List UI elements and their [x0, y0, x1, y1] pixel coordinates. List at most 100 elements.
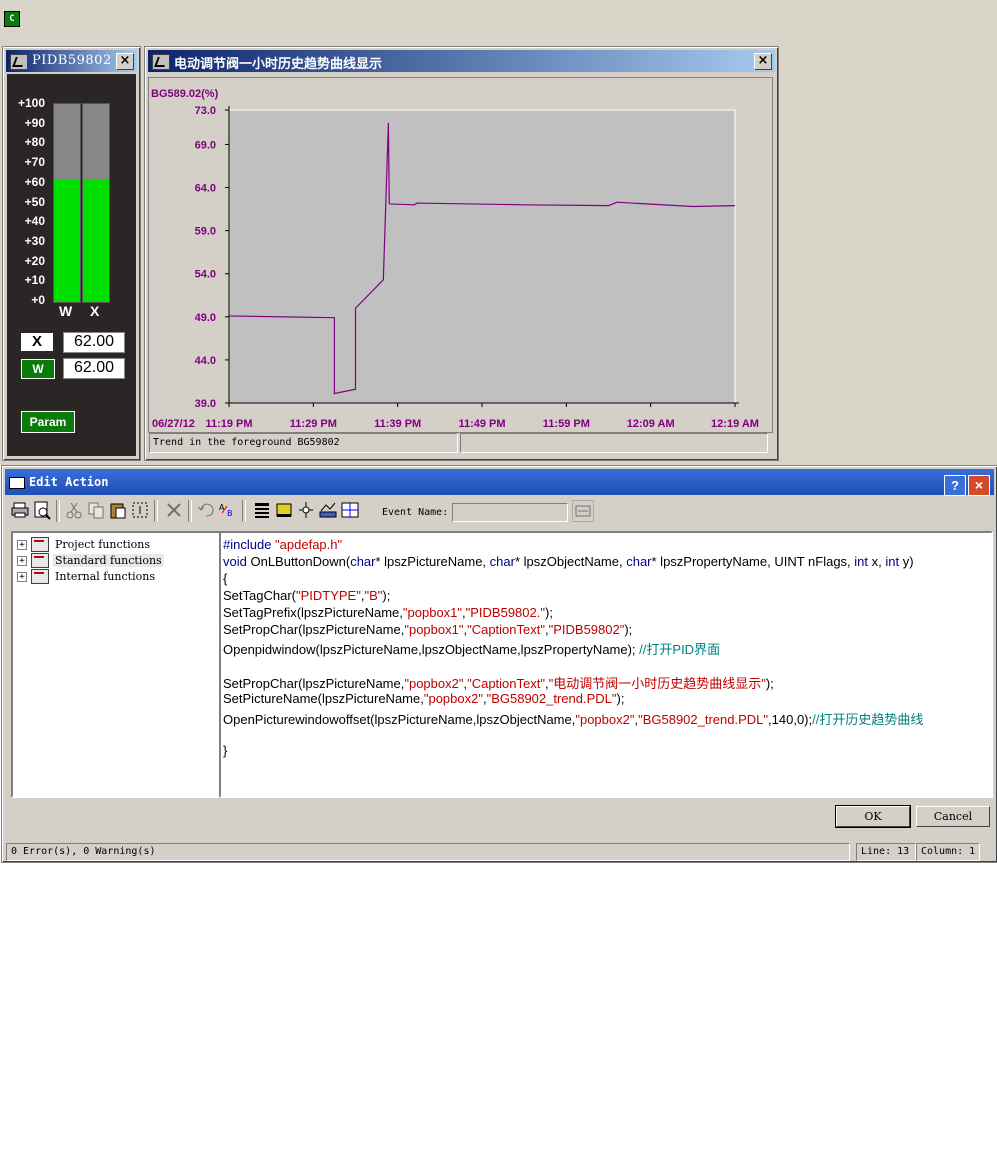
x-tick-label: 11:29 PM	[290, 418, 337, 430]
folder-icon	[31, 537, 49, 552]
scale-tick-label: +20	[24, 253, 45, 268]
trend-chart: BG589.02(%) 73.0 69.0 64.0 59.0 54.0 49.0 44.0 3…	[151, 88, 759, 430]
x-tick-label: 11:49 PM	[458, 418, 505, 430]
desktop-background: C PIDB59802 × +100 +90 +80 +70 +60 +50 +40 +30 +…	[0, 0, 997, 465]
x-tick-label: 12:19 AM	[711, 418, 759, 430]
scale-tick-label: +60	[24, 174, 45, 189]
w-value-field[interactable]: 62.00	[63, 358, 125, 379]
ok-button[interactable]: OK	[835, 805, 911, 828]
w-bar-label: W	[59, 303, 73, 319]
toolbar-separator	[242, 500, 246, 522]
y-tick-label: 69.0	[195, 139, 216, 151]
code-line-1: #include "apdefap.h"	[223, 537, 343, 552]
pid-window: PIDB59802 × +100 +90 +80 +70 +60 +50 +40 +30 +20…	[2, 46, 141, 461]
y-tick-label: 39.0	[195, 398, 216, 410]
param-button[interactable]: Param	[21, 411, 75, 433]
status-column: Column: 1	[916, 843, 980, 861]
tree-item-internal-functions[interactable]: + Internal functions	[17, 569, 157, 585]
scale-tick-label: +100	[17, 96, 45, 110]
pid-close-button[interactable]: ×	[116, 53, 134, 70]
w-tag: W	[21, 359, 55, 379]
trend-status-secondary	[460, 433, 768, 453]
code-line-13: }	[223, 743, 228, 758]
scale-tick-label: +80	[24, 135, 45, 150]
edit-action-dialog: Edit Action ? × AB Event Name: + Project…	[1, 465, 997, 863]
trend-status-text: Trend in the foreground BG59802	[149, 433, 458, 453]
y-tick-label: 49.0	[195, 312, 216, 324]
expand-icon[interactable]: +	[17, 555, 27, 566]
select-all-icon[interactable]	[130, 500, 150, 520]
x-tick-label: 12:09 AM	[627, 418, 675, 430]
expand-icon[interactable]: +	[17, 571, 27, 582]
copy-icon[interactable]	[86, 500, 106, 520]
window-edit-icon	[152, 54, 170, 70]
event-name-field[interactable]	[452, 503, 568, 522]
code-line-9: SetPropChar(lpszPictureName,"popbox2","C…	[223, 676, 774, 691]
pid-faceplate: +100 +90 +80 +70 +60 +50 +40 +30 +20 +10 +0 W X X …	[7, 74, 136, 456]
w-bar	[53, 103, 81, 303]
y-axis-label: BG589.02(%)	[151, 88, 219, 100]
status-line: Line: 13	[856, 843, 916, 861]
app-corner-icon[interactable]: C	[4, 11, 20, 27]
code-line-11: OpenPicturewindowoffset(lpszPictureName,…	[223, 712, 924, 727]
edit-action-titlebar[interactable]: Edit Action ? ×	[5, 469, 994, 496]
code-line-2: void OnLButtonDown(char* lpszPictureName…	[223, 554, 914, 569]
trend-chart-panel: BG589.02(%) 73.0 69.0 64.0 59.0 54.0 49.0 44.0 3…	[148, 77, 773, 433]
trend-window-titlebar[interactable]: 电动调节阀一小时历史趋势曲线显示 ×	[148, 50, 775, 72]
x-tag: X	[21, 333, 53, 351]
event-name-label: Event Name:	[382, 507, 449, 518]
pid-window-titlebar[interactable]: PIDB59802 ×	[6, 50, 137, 72]
trend-window: 电动调节阀一小时历史趋势曲线显示 × BG589.02(%) 73.0 69.0 64…	[144, 46, 779, 461]
event-select-icon[interactable]	[572, 500, 594, 522]
folder-icon	[31, 569, 49, 584]
scale-tick-label: +90	[24, 115, 45, 130]
trend-close-button[interactable]: ×	[754, 53, 772, 70]
scale-tick-label: +40	[24, 214, 45, 229]
y-tick-label: 59.0	[195, 226, 216, 238]
tree-item-project-functions[interactable]: + Project functions	[17, 537, 152, 553]
cut-icon[interactable]	[64, 500, 84, 520]
object-select-icon[interactable]	[340, 500, 360, 520]
scale-tick-label: +50	[24, 194, 45, 209]
paste-icon[interactable]	[108, 500, 128, 520]
code-line-7: Openpidwindow(lpszPictureName,lpszObject…	[223, 642, 721, 657]
window-edit-icon	[10, 54, 28, 70]
undo-icon[interactable]	[196, 500, 216, 520]
y-tick-label: 54.0	[195, 269, 216, 281]
delete-icon[interactable]	[164, 500, 184, 520]
y-tick-label: 64.0	[195, 183, 216, 195]
edit-action-title: Edit Action	[29, 475, 109, 489]
print-preview-icon[interactable]	[32, 500, 52, 520]
scale-tick-label: +70	[24, 155, 45, 170]
code-editor[interactable]: #include "apdefap.h" void OnLButtonDown(…	[219, 531, 993, 798]
indent-icon[interactable]	[252, 500, 272, 520]
print-icon[interactable]	[10, 500, 30, 520]
dialog-close-button[interactable]: ×	[968, 475, 990, 496]
picture-select-icon[interactable]	[318, 500, 338, 520]
scale-tick-label: +10	[24, 273, 45, 288]
cancel-button[interactable]: Cancel	[916, 806, 990, 827]
y-tick-label: 44.0	[195, 355, 216, 367]
expand-icon[interactable]: +	[17, 539, 27, 550]
code-line-6: SetPropChar(lpszPictureName,"popbox1","C…	[223, 622, 633, 637]
x-tick-label: 11:39 PM	[374, 418, 421, 430]
code-line-10: SetPictureName(lpszPictureName,"popbox2"…	[223, 691, 625, 706]
w-bar-fill	[54, 179, 80, 302]
scale-tick-label: +0	[31, 293, 45, 307]
toolbar-separator	[188, 500, 192, 522]
scale-tick-label: +30	[24, 233, 45, 248]
code-line-3: {	[223, 571, 228, 586]
abc-format-icon[interactable]: AB	[218, 500, 238, 520]
toolbar-separator	[56, 500, 60, 522]
tag-select-icon[interactable]	[296, 500, 316, 520]
tree-item-standard-functions[interactable]: + Standard functions	[17, 553, 164, 569]
x-bar-fill	[83, 179, 109, 302]
svg-text:B: B	[227, 509, 233, 518]
help-button[interactable]: ?	[944, 475, 966, 496]
folder-icon	[31, 553, 49, 568]
x-value-field[interactable]: 62.00	[63, 332, 125, 353]
trend-window-title: 电动调节阀一小时历史趋势曲线显示	[174, 57, 383, 72]
plot-area	[228, 109, 736, 404]
date-label: 06/27/12	[152, 418, 195, 430]
compile-icon[interactable]	[274, 500, 294, 520]
